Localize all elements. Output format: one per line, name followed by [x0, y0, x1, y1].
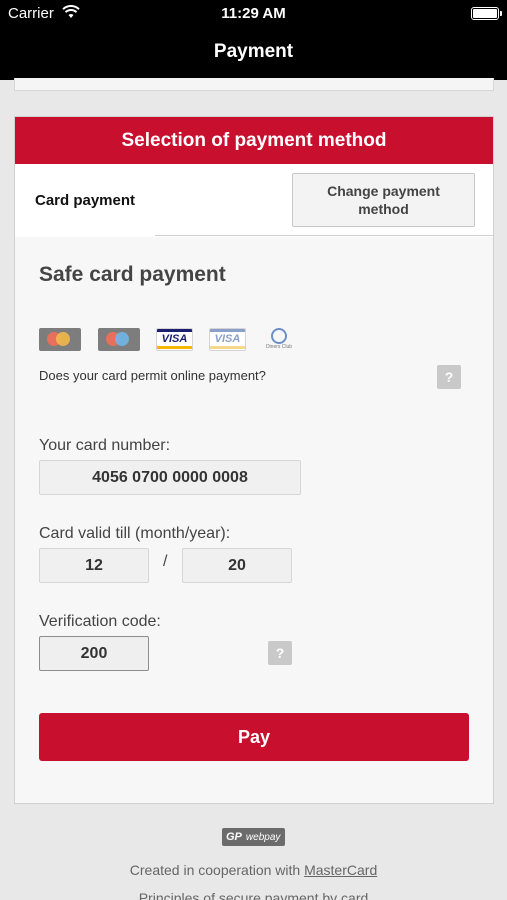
- mastercard-link[interactable]: MasterCard: [304, 862, 377, 878]
- cooperation-text: Created in cooperation with MasterCard: [129, 862, 378, 878]
- change-payment-method-button[interactable]: Change payment method: [292, 173, 475, 227]
- form-title: Safe card payment: [39, 263, 226, 286]
- payment-card: Selection of payment method Card payment…: [14, 116, 494, 804]
- payment-tabs: Card payment Change payment method: [15, 164, 493, 236]
- cvc-help-button[interactable]: ?: [268, 641, 292, 665]
- card-form: Safe card payment VISA VISA Diners Club …: [15, 237, 493, 803]
- mastercard-logo: [39, 328, 81, 351]
- previous-section-box: [14, 78, 494, 91]
- diners-club-logo: Diners Club: [261, 328, 297, 351]
- secure-payment-principles-link[interactable]: Principles of secure payment by card: [0, 890, 507, 900]
- pay-button[interactable]: Pay: [39, 713, 469, 761]
- expiry-year-field[interactable]: 20: [182, 548, 292, 583]
- battery-icon: [471, 7, 502, 20]
- card-permit-question: Does your card permit online payment?: [39, 368, 266, 383]
- gp-webpay-logo: GP webpay: [222, 828, 285, 846]
- verification-code-field[interactable]: 200: [39, 636, 149, 671]
- expiry-month-field[interactable]: 12: [39, 548, 149, 583]
- maestro-logo: [98, 328, 140, 351]
- expiry-separator: /: [163, 553, 168, 570]
- visa-electron-logo: VISA: [209, 328, 246, 351]
- card-number-field[interactable]: 4056 0700 0000 0008: [39, 460, 301, 495]
- nav-title: Payment: [0, 28, 507, 80]
- status-bar: Carrier 11:29 AM: [0, 0, 507, 28]
- tab-card-payment[interactable]: Card payment: [15, 164, 155, 236]
- card-valid-label: Card valid till (month/year):: [39, 525, 231, 542]
- card-number-label: Your card number:: [39, 437, 171, 454]
- clock: 11:29 AM: [221, 5, 286, 22]
- permit-help-button[interactable]: ?: [437, 365, 461, 389]
- payment-method-header: Selection of payment method: [15, 117, 493, 164]
- verification-code-label: Verification code:: [39, 613, 161, 630]
- visa-logo: VISA: [156, 328, 193, 351]
